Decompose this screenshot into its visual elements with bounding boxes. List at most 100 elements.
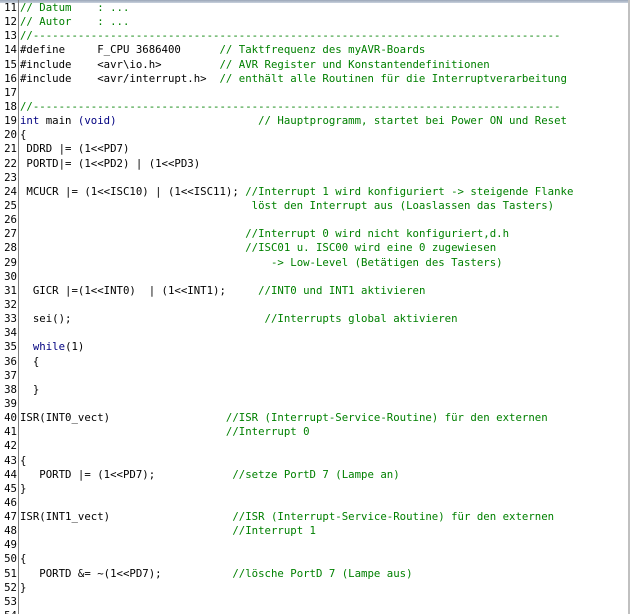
code-text: { <box>20 128 27 142</box>
line-code: // Autor : ... <box>20 15 129 29</box>
code-comment: //Interrupt 0 <box>225 425 310 439</box>
code-line[interactable]: 43{ <box>0 454 628 468</box>
code-line[interactable]: 21 DDRD |= (1<<PD7) <box>0 142 628 156</box>
code-line[interactable]: 41 //Interrupt 0 <box>0 425 628 439</box>
code-line[interactable]: 24 MCUCR |= (1<<ISC10) | (1<<ISC11); //I… <box>0 185 628 199</box>
code-line[interactable]: 39 <box>0 397 628 411</box>
code-text: { <box>20 552 27 566</box>
code-line[interactable]: 15 #include <avr\io.h> // AVR Register un… <box>0 58 628 72</box>
code-comment: //Interrupts global aktivieren <box>264 312 458 326</box>
code-line[interactable]: 37 <box>0 369 628 383</box>
code-line[interactable]: 27 //Interrupt 0 wird nicht konfiguriert… <box>0 227 628 241</box>
code-line[interactable]: 20{ <box>0 128 628 142</box>
code-line[interactable]: 44 PORTD |= (1<<PD7); //setze PortD 7 (L… <box>0 468 628 482</box>
line-code: DDRD |= (1<<PD7) <box>20 142 129 156</box>
code-line[interactable]: 50{ <box>0 552 628 566</box>
code-line[interactable]: 35 while(1) <box>0 340 628 354</box>
code-line[interactable]: 28 //ISC01 u. ISC00 wird eine 0 zugewies… <box>0 241 628 255</box>
line-code: } <box>20 482 26 496</box>
code-text: } <box>20 382 40 396</box>
code-line[interactable]: 34 <box>0 326 628 340</box>
line-code: PORTD |= (1<<PD7); //setze PortD 7 (Lamp… <box>20 468 399 482</box>
line-code: int main (void) // Hauptprogramm, starte… <box>20 114 567 128</box>
code-comment: //ISR (Interrupt-Service-Routine) für de… <box>225 411 548 425</box>
line-number: 32 <box>4 297 17 311</box>
code-text: #include <avr/interrupt.h> <box>20 71 220 85</box>
code-text: main <box>39 114 78 128</box>
code-comment: //ISR (Interrupt-Service-Routine) für de… <box>232 510 555 524</box>
code-comment: //ISC01 u. ISC00 wird eine 0 zugewiesen <box>245 241 497 255</box>
code-text: #define F_CPU 3686400 <box>20 43 220 57</box>
code-line[interactable]: 16 #include <avr/interrupt.h> // enthält … <box>0 72 628 86</box>
code-line[interactable]: 22 PORTD|= (1<<PD2) | (1<<PD3) <box>0 157 628 171</box>
code-line[interactable]: 42 <box>0 439 628 453</box>
line-number: 18 <box>4 99 17 113</box>
code-text: } <box>20 580 27 594</box>
line-code: PORTD &= ~(1<<PD7); //lösche PortD 7 (La… <box>20 567 412 581</box>
code-line[interactable]: 33 sei(); //Interrupts global aktivieren <box>0 312 628 326</box>
code-line[interactable]: 29 -> Low-Level (Betätigen des Tasters) <box>0 256 628 270</box>
code-line[interactable]: 51 PORTD &= ~(1<<PD7); //lösche PortD 7 … <box>0 567 628 581</box>
code-line[interactable]: 11// Datum : ... <box>0 1 628 15</box>
line-number: 48 <box>4 524 17 538</box>
code-line[interactable]: 54 <box>0 609 628 614</box>
line-number: 31 <box>4 283 17 297</box>
line-code: #define F_CPU 3686400 // Taktfrequenz de… <box>20 43 425 57</box>
code-line[interactable]: 25 löst den Interrupt aus (Loaslassen da… <box>0 199 628 213</box>
code-line[interactable]: 38 } <box>0 383 628 397</box>
code-line[interactable]: 18//------------------------------------… <box>0 100 628 114</box>
code-line[interactable]: 23 <box>0 171 628 185</box>
code-lines[interactable]: 11// Datum : ... 12// Autor : ... 13//----… <box>0 1 628 614</box>
line-code: //ISC01 u. ISC00 wird eine 0 zugewiesen <box>20 241 496 255</box>
line-number: 38 <box>4 382 17 396</box>
code-line[interactable]: 30 <box>0 270 628 284</box>
code-line[interactable]: 12// Autor : ... <box>0 15 628 29</box>
code-comment: // Taktfrequenz des myAVR-Boards <box>219 43 426 57</box>
line-number: 51 <box>4 566 17 580</box>
code-line[interactable]: 47 ISR(INT1_vect) //ISR (Interrupt-Servic… <box>0 510 628 524</box>
code-line[interactable]: 17 <box>0 86 628 100</box>
code-line[interactable]: 52} <box>0 581 628 595</box>
line-code: } <box>20 383 39 397</box>
code-line[interactable]: 48 //Interrupt 1 <box>0 524 628 538</box>
line-code: { <box>20 454 26 468</box>
code-line[interactable]: 46 <box>0 496 628 510</box>
line-number: 54 <box>0 609 17 614</box>
line-number: 47 <box>4 510 17 524</box>
code-line[interactable]: 36 { <box>0 355 628 369</box>
code-line[interactable]: 49 <box>0 538 628 552</box>
line-number: 50 <box>4 552 17 566</box>
code-comment: //INT0 und INT1 aktivieren <box>258 283 426 297</box>
line-code: // Datum : ... <box>20 1 129 15</box>
line-number: 36 <box>4 354 17 368</box>
code-line[interactable]: 19 int main (void) // Hauptprogramm, star… <box>0 114 628 128</box>
code-line[interactable]: 31 GICR |=(1<<INT0) | (1<<INT1); //INT0 … <box>0 284 628 298</box>
line-code: GICR |=(1<<INT0) | (1<<INT1); //INT0 und… <box>20 283 426 298</box>
code-line[interactable]: 53 <box>0 595 628 609</box>
code-comment: // Datum : ... <box>20 1 130 14</box>
code-text: ISR(INT1_vect) <box>20 510 233 524</box>
code-line[interactable]: 32 <box>0 298 628 312</box>
code-line[interactable]: 13//------------------------------------… <box>0 29 628 43</box>
line-code: { <box>20 355 39 369</box>
line-number: 43 <box>4 453 17 467</box>
line-number: 33 <box>4 312 17 326</box>
code-line[interactable]: 40 ISR(INT0_vect) //ISR (Interrupt-Servic… <box>0 411 628 425</box>
line-number: 21 <box>4 142 17 156</box>
code-comment: //--------------------------------------… <box>20 99 561 113</box>
code-text: { <box>20 453 27 467</box>
line-code: //--------------------------------------… <box>20 100 561 114</box>
line-number: 40 <box>4 411 17 425</box>
line-code: ISR(INT0_vect) //ISR (Interrupt-Service-… <box>20 411 548 425</box>
code-line[interactable]: 45} <box>0 482 628 496</box>
line-code: #include <avr\io.h> // AVR Register und … <box>20 58 490 72</box>
code-editor[interactable]: 11// Datum : ... 12// Autor : ... 13//----… <box>0 0 628 614</box>
code-line[interactable]: 14 #define F_CPU 3686400 // Taktfrequenz … <box>0 43 628 57</box>
code-line[interactable]: 26 <box>0 213 628 227</box>
line-number: 12 <box>4 15 17 29</box>
